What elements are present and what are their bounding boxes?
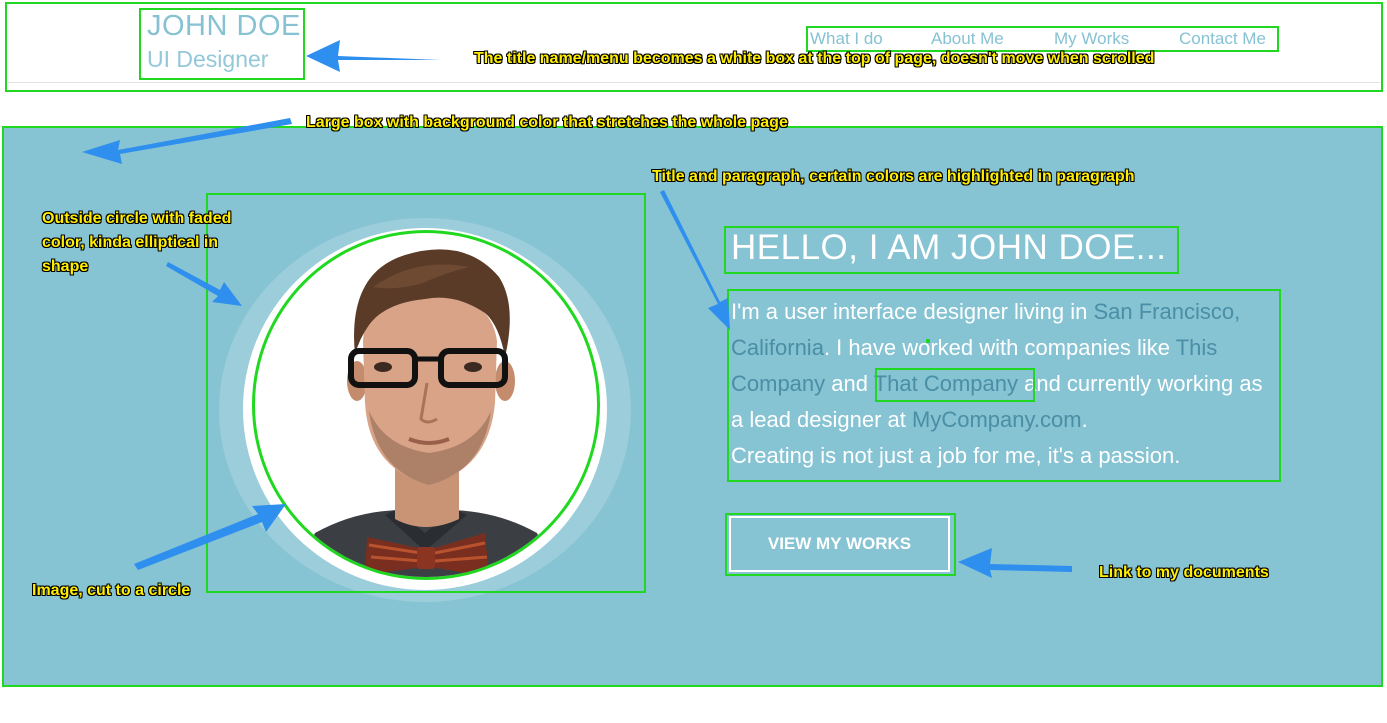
- annotation-header-note: The title name/menu becomes a white box …: [474, 50, 1155, 67]
- header-divider: [8, 82, 1380, 83]
- annotation-background-note: Large box with background color that str…: [306, 114, 788, 131]
- para-text-3: and: [825, 371, 874, 396]
- highlight-outline: [875, 368, 1035, 402]
- view-my-works-button[interactable]: VIEW MY WORKS: [729, 516, 950, 572]
- highlight-company-3: MyCompany.com: [912, 407, 1082, 432]
- nav-link-about-me[interactable]: About Me: [931, 29, 1004, 49]
- para-text-passion: Creating is not just a job for me, it's …: [731, 443, 1181, 468]
- site-role: UI Designer: [147, 46, 269, 72]
- annotation-ring-note-line-2: color, kinda elliptical in: [42, 234, 219, 251]
- hero-title: HELLO, I AM JOHN DOE...: [731, 228, 1167, 267]
- portrait-outline: [206, 193, 646, 593]
- annotation-image-note: Image, cut to a circle: [32, 582, 191, 599]
- annotation-ring-note-line-1: Outside circle with faded: [42, 210, 232, 227]
- annotation-link-note: Link to my documents: [1099, 564, 1269, 581]
- site-name[interactable]: JOHN DOE: [147, 10, 301, 43]
- nav-link-contact-me[interactable]: Contact Me: [1179, 29, 1266, 49]
- nav-link-what-i-do[interactable]: What I do: [810, 29, 883, 49]
- para-text-1: I'm a user interface designer living in: [731, 299, 1094, 324]
- nav-link-my-works[interactable]: My Works: [1054, 29, 1129, 49]
- marker-dot: [926, 339, 930, 343]
- annotation-ring-note-line-3: shape: [42, 258, 89, 275]
- para-text-5: .: [1081, 407, 1088, 432]
- annotation-text-note: Title and paragraph, certain colors are …: [652, 168, 1135, 185]
- para-text-2: . I have worked with companies like: [823, 335, 1176, 360]
